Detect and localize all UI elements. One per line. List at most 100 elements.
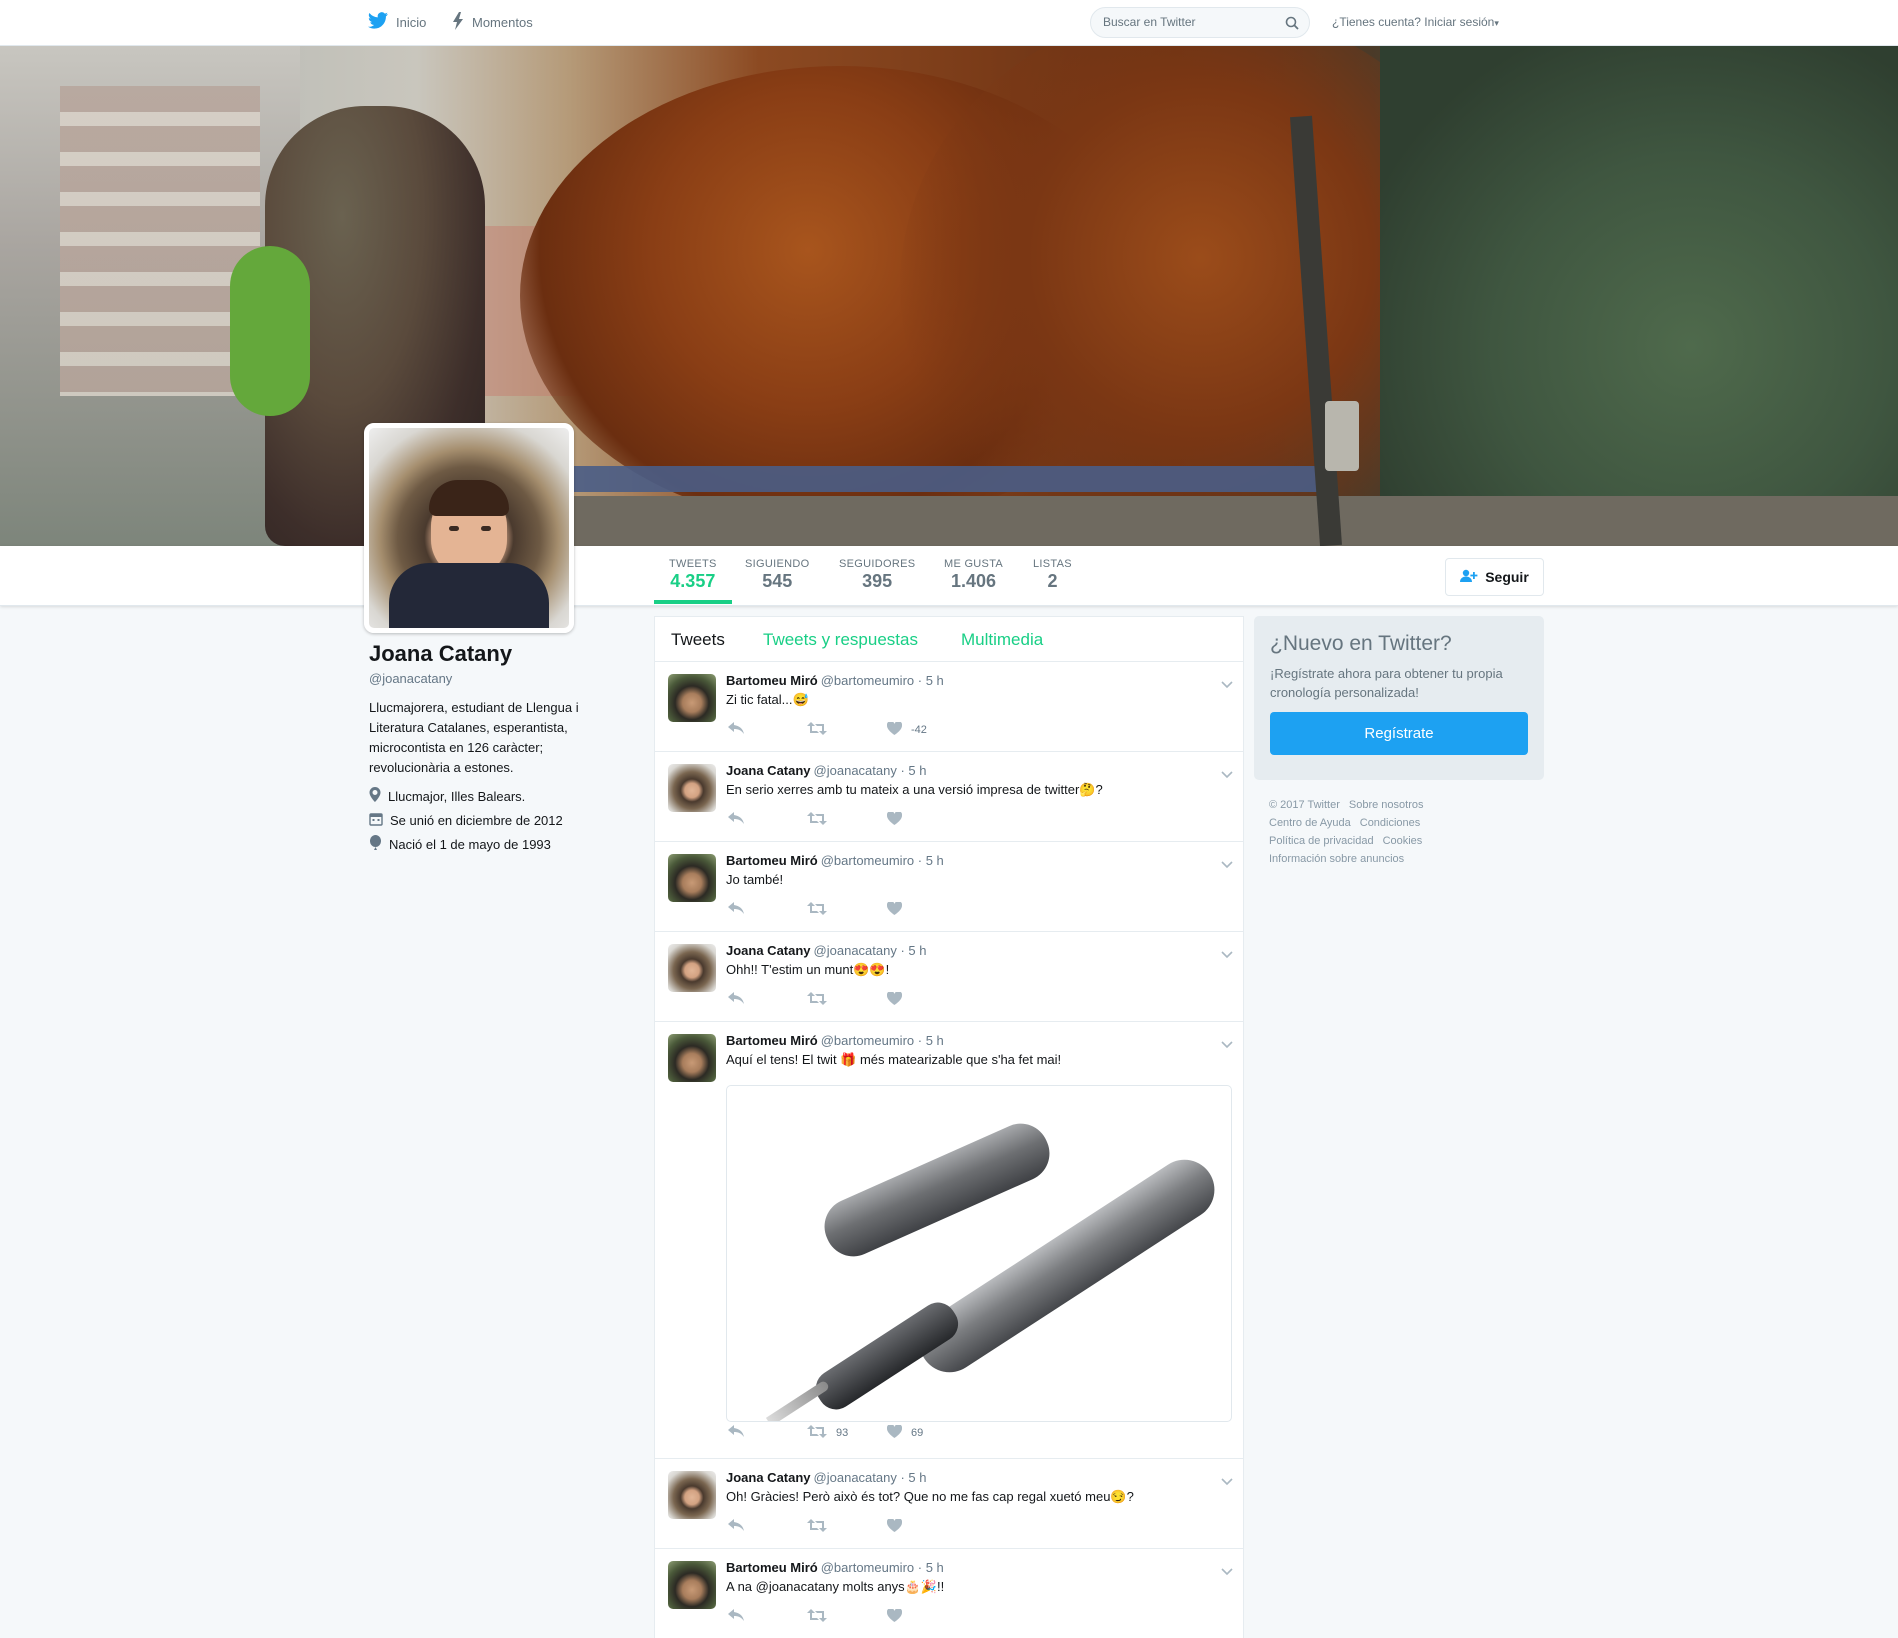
- reply-icon[interactable]: [728, 1519, 744, 1531]
- profile-name[interactable]: Joana Catany: [369, 641, 619, 667]
- retweet-button[interactable]: [807, 1609, 836, 1625]
- reply-icon[interactable]: [728, 722, 744, 734]
- tweet-time[interactable]: · 5 h: [918, 673, 944, 688]
- stat-followers[interactable]: SEGUIDORES 395: [839, 558, 915, 592]
- retweet-button[interactable]: [807, 1519, 836, 1535]
- tab-media[interactable]: Multimedia: [961, 630, 1043, 650]
- tweet-avatar[interactable]: [668, 674, 716, 722]
- tweet-time[interactable]: · 5 h: [918, 1033, 944, 1048]
- tweet-time[interactable]: · 5 h: [900, 1470, 926, 1485]
- search-input[interactable]: [1103, 15, 1273, 29]
- tweet-avatar[interactable]: [668, 944, 716, 992]
- stat-likes[interactable]: ME GUSTA 1.406: [944, 558, 1003, 592]
- tweet-author-name[interactable]: Joana Catany: [726, 943, 811, 958]
- tweet-time[interactable]: · 5 h: [918, 1560, 944, 1575]
- tweet-author-name[interactable]: Bartomeu Miró: [726, 1033, 818, 1048]
- stat-lists[interactable]: LISTAS 2: [1033, 558, 1072, 592]
- chevron-down-icon[interactable]: [1221, 1473, 1233, 1491]
- chevron-down-icon[interactable]: [1221, 1563, 1233, 1581]
- tweet-time[interactable]: · 5 h: [900, 943, 926, 958]
- tweet-item[interactable]: Joana Catany @joanacatany · 5 h Ohh!! T'e…: [655, 932, 1243, 1022]
- retweet-button[interactable]: [807, 812, 836, 828]
- signup-button[interactable]: Regístrate: [1270, 712, 1528, 755]
- heart-icon: [886, 1608, 903, 1625]
- profile-handle[interactable]: @joanacatany: [369, 671, 619, 686]
- search-icon[interactable]: [1285, 16, 1299, 35]
- tweet-author-name[interactable]: Joana Catany: [726, 1470, 811, 1485]
- chevron-down-icon[interactable]: [1221, 766, 1233, 784]
- nav-home[interactable]: Inicio: [368, 12, 426, 32]
- retweet-button[interactable]: [807, 902, 836, 918]
- tweet-avatar[interactable]: [668, 1561, 716, 1609]
- retweet-button[interactable]: [807, 722, 836, 738]
- reply-icon[interactable]: [728, 902, 744, 914]
- tweet-item[interactable]: Bartomeu Miró @bartomeumiro · 5 h Aquí el…: [655, 1022, 1243, 1459]
- heart-icon: [886, 901, 903, 918]
- stat-label: SIGUIENDO: [745, 558, 810, 570]
- reply-icon[interactable]: [728, 1425, 744, 1437]
- like-count: 69: [911, 1427, 924, 1439]
- chevron-down-icon[interactable]: [1221, 946, 1233, 964]
- footer-link-ads-info[interactable]: Información sobre anuncios: [1269, 853, 1404, 865]
- retweet-button[interactable]: [807, 992, 836, 1008]
- tweet-author-handle[interactable]: @bartomeumiro: [821, 673, 914, 688]
- chevron-down-icon[interactable]: [1221, 1036, 1233, 1054]
- footer-link-cookies[interactable]: Cookies: [1383, 835, 1423, 847]
- tweet-media-image[interactable]: [726, 1085, 1232, 1422]
- lightning-icon: [452, 12, 464, 33]
- footer-link-about[interactable]: Sobre nosotros: [1349, 799, 1424, 811]
- like-button[interactable]: [886, 991, 911, 1008]
- reply-icon[interactable]: [728, 992, 744, 1004]
- tweet-author-handle[interactable]: @joanacatany: [814, 943, 897, 958]
- calendar-icon: [369, 812, 383, 829]
- follow-button[interactable]: Seguir: [1445, 558, 1544, 596]
- tweet-time[interactable]: · 5 h: [900, 763, 926, 778]
- tweet-author-handle[interactable]: @bartomeumiro: [821, 1033, 914, 1048]
- tweet-avatar[interactable]: [668, 854, 716, 902]
- stat-following[interactable]: SIGUIENDO 545: [745, 558, 809, 592]
- retweet-button[interactable]: 93: [807, 1425, 848, 1441]
- footer-link-terms[interactable]: Condiciones: [1360, 817, 1421, 829]
- footer-link-help[interactable]: Centro de Ayuda: [1269, 817, 1351, 829]
- footer-link-privacy[interactable]: Política de privacidad: [1269, 835, 1374, 847]
- like-button[interactable]: -42: [886, 721, 927, 738]
- tweet-author-handle[interactable]: @joanacatany: [814, 763, 897, 778]
- tweet-author-name[interactable]: Bartomeu Miró: [726, 1560, 818, 1575]
- like-button[interactable]: 69: [886, 1424, 924, 1441]
- tweet-author-name[interactable]: Joana Catany: [726, 763, 811, 778]
- tweet-item[interactable]: Joana Catany @joanacatany · 5 h En serio …: [655, 752, 1243, 842]
- chevron-down-icon[interactable]: [1221, 676, 1233, 694]
- like-button[interactable]: [886, 1518, 911, 1535]
- tweet-author-name[interactable]: Bartomeu Miró: [726, 673, 818, 688]
- tweet-header: Joana Catany @joanacatany · 5 h: [726, 763, 927, 778]
- tweet-time[interactable]: · 5 h: [918, 853, 944, 868]
- tweet-item[interactable]: Joana Catany @joanacatany · 5 h Oh! Gràci…: [655, 1459, 1243, 1549]
- stat-tweets[interactable]: TWEETS 4.357: [654, 558, 732, 604]
- profile-avatar[interactable]: [364, 423, 574, 633]
- tab-tweets[interactable]: Tweets: [671, 630, 725, 650]
- tweet-text: Aquí el tens! El twit 🎁 més matearizable…: [726, 1052, 1062, 1067]
- like-button[interactable]: [886, 901, 911, 918]
- tweet-author-handle[interactable]: @bartomeumiro: [821, 1560, 914, 1575]
- nav-moments[interactable]: Momentos: [452, 12, 533, 33]
- tweet-avatar[interactable]: [668, 764, 716, 812]
- like-button[interactable]: [886, 1608, 911, 1625]
- tweet-avatar[interactable]: [668, 1471, 716, 1519]
- tweet-item[interactable]: Bartomeu Miró @bartomeumiro · 5 h Jo tamb…: [655, 842, 1243, 932]
- tweet-author-name[interactable]: Bartomeu Miró: [726, 853, 818, 868]
- caret-down-icon[interactable]: ▾: [1494, 18, 1499, 28]
- stat-value: 1.406: [951, 571, 997, 591]
- tab-tweets-replies[interactable]: Tweets y respuestas: [763, 630, 918, 650]
- reply-icon[interactable]: [728, 1609, 744, 1621]
- tweet-item[interactable]: Bartomeu Miró @bartomeumiro · 5 h Zi tic …: [655, 662, 1243, 752]
- stat-value: 2: [1047, 571, 1058, 591]
- reply-icon[interactable]: [728, 812, 744, 824]
- signup-text: ¡Regístrate ahora para obtener tu propia…: [1270, 666, 1503, 700]
- tweet-avatar[interactable]: [668, 1034, 716, 1082]
- like-button[interactable]: [886, 811, 911, 828]
- tweet-author-handle[interactable]: @bartomeumiro: [821, 853, 914, 868]
- chevron-down-icon[interactable]: [1221, 856, 1233, 874]
- tweet-author-handle[interactable]: @joanacatany: [814, 1470, 897, 1485]
- tweet-item[interactable]: Bartomeu Miró @bartomeumiro · 5 h A na @j…: [655, 1549, 1243, 1638]
- login-link[interactable]: Iniciar sesión: [1424, 15, 1494, 29]
